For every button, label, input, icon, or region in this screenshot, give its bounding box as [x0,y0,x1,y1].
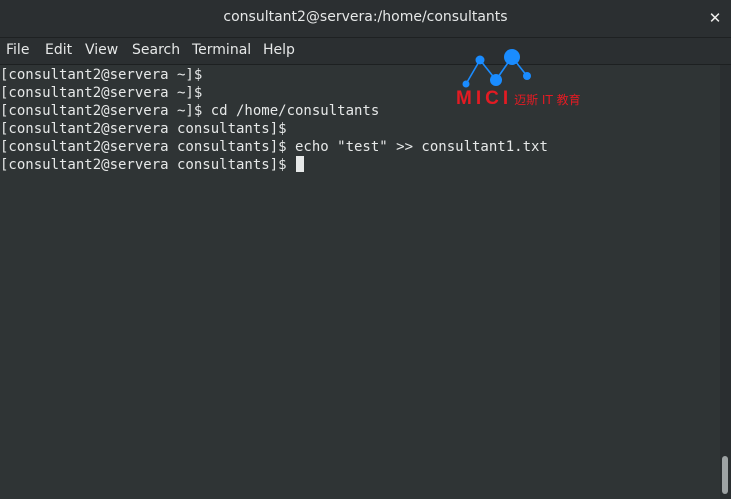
text-cursor [296,156,305,172]
terminal-prompt: [consultant2@servera consultants]$ [0,157,296,173]
watermark-logo: MICI 迈斯 IT 教育 [456,46,636,110]
title-bar[interactable]: consultant2@servera:/home/consultants ✕ [0,0,731,38]
menu-file[interactable]: File [6,42,29,58]
menu-help[interactable]: Help [263,42,295,58]
terminal-line: [consultant2@servera consultants]$ [0,121,287,137]
watermark-subtitle: 迈斯 IT 教育 [514,93,581,107]
terminal-window: consultant2@servera:/home/consultants ✕ … [0,0,731,499]
menu-view[interactable]: View [85,42,118,58]
menu-search[interactable]: Search [132,42,180,58]
window-title: consultant2@servera:/home/consultants [223,9,508,25]
watermark-text: MICI 迈斯 IT 教育 [456,88,581,110]
menu-terminal[interactable]: Terminal [192,42,251,58]
terminal-prompt-line: [consultant2@servera consultants]$ [0,156,720,174]
terminal-output[interactable]: [consultant2@servera ~]$ [consultant2@se… [0,65,720,499]
network-nodes-icon [462,49,531,88]
scrollbar-thumb[interactable] [722,456,728,494]
watermark-brand: MICI [456,88,513,109]
scrollbar[interactable] [720,65,731,499]
terminal-line: [consultant2@servera consultants]$ echo … [0,139,548,155]
close-icon[interactable]: ✕ [705,8,725,28]
menu-edit[interactable]: Edit [45,42,72,58]
